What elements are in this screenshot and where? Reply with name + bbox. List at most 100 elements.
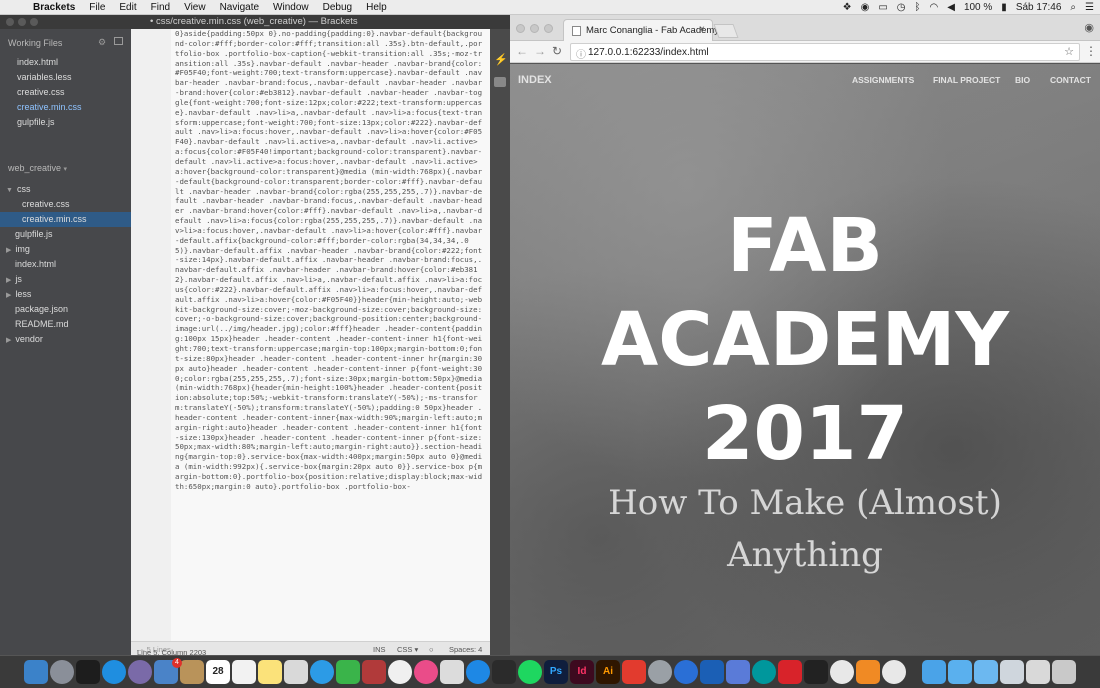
address-bar[interactable]: ⓘ 127.0.0.1:62233/index.html ☆ [570, 43, 1080, 61]
tree-folder[interactable]: ▶ js [0, 272, 131, 287]
insert-mode-toggle[interactable]: INS [373, 645, 386, 654]
folder-applications-icon[interactable] [922, 660, 946, 684]
menu-file[interactable]: File [82, 2, 112, 13]
working-file-item[interactable]: index.html [0, 55, 131, 70]
ibooks-icon[interactable] [440, 660, 464, 684]
tree-file[interactable]: README.md [0, 317, 131, 332]
tree-file[interactable]: package.json [0, 302, 131, 317]
tree-file[interactable]: index.html [0, 257, 131, 272]
minimize-window-button[interactable] [18, 18, 26, 26]
activity-monitor-icon[interactable] [492, 660, 516, 684]
stickies-icon[interactable] [258, 660, 282, 684]
minimize-window-button[interactable] [530, 24, 539, 33]
menu-window[interactable]: Window [266, 2, 316, 13]
illustrator-icon[interactable]: Ai [596, 660, 620, 684]
folder-desktop-icon[interactable] [1026, 660, 1050, 684]
airplay-icon[interactable]: ▭ [878, 2, 887, 13]
page-info-icon[interactable]: ⓘ [576, 46, 586, 61]
messages-icon[interactable] [310, 660, 334, 684]
brackets-icon[interactable] [804, 660, 828, 684]
wifi-icon[interactable]: ◠ [930, 2, 939, 13]
launchpad-icon[interactable] [50, 660, 74, 684]
tree-folder[interactable]: ▶ img [0, 242, 131, 257]
menu-edit[interactable]: Edit [112, 2, 143, 13]
code-editor[interactable]: 0}aside{padding:50px 0}.no-padding{paddi… [131, 29, 490, 655]
indent-spaces[interactable]: Spaces: 4 [449, 645, 482, 654]
word-icon[interactable] [700, 660, 724, 684]
extension-manager-icon[interactable] [494, 77, 506, 87]
close-window-button[interactable] [6, 18, 14, 26]
app-store-icon[interactable] [466, 660, 490, 684]
menu-help[interactable]: Help [359, 2, 394, 13]
folder-downloads-icon[interactable] [974, 660, 998, 684]
scanner-icon[interactable] [726, 660, 750, 684]
menu-debug[interactable]: Debug [316, 2, 359, 13]
working-file-item-active[interactable]: creative.min.css [0, 100, 131, 115]
preview-icon[interactable] [284, 660, 308, 684]
profile-icon[interactable]: ◉ [1084, 21, 1094, 34]
system-preferences-icon[interactable] [648, 660, 672, 684]
browser-tab[interactable]: Marc Conanglia - Fab Academy × [563, 19, 719, 41]
teamviewer-icon[interactable] [674, 660, 698, 684]
nav-link-assignments[interactable]: Assignments [852, 75, 914, 85]
forward-arrow-icon[interactable]: → [534, 44, 546, 58]
photos-icon[interactable] [388, 660, 412, 684]
facetime-icon[interactable] [336, 660, 360, 684]
status-icon[interactable]: ◉ [861, 2, 870, 13]
code-text[interactable]: 0}aside{padding:50px 0}.no-padding{paddi… [175, 29, 485, 492]
zoom-window-button[interactable] [30, 18, 38, 26]
nav-link-contact[interactable]: Contact [1050, 75, 1091, 85]
chrome-canary-icon[interactable] [882, 660, 906, 684]
bookmark-star-icon[interactable]: ☆ [1064, 45, 1074, 58]
close-tab-icon[interactable]: × [699, 24, 705, 35]
zoom-window-button[interactable] [544, 24, 553, 33]
contacts-icon[interactable] [180, 660, 204, 684]
battery-icon[interactable]: ▮ [1001, 2, 1007, 13]
photoshop-icon[interactable]: Ps [544, 660, 568, 684]
chrome-icon[interactable] [830, 660, 854, 684]
site-brand-link[interactable]: Index [518, 74, 552, 86]
tree-folder-css[interactable]: ▼ css [0, 182, 131, 197]
photo-booth-icon[interactable] [362, 660, 386, 684]
trash-icon[interactable] [1052, 660, 1076, 684]
menu-find[interactable]: Find [144, 2, 177, 13]
calendar-icon[interactable]: 28 [206, 660, 230, 684]
live-preview-icon[interactable]: ⚡ [494, 55, 508, 66]
url-text[interactable]: 127.0.0.1:62233/index.html [588, 47, 709, 58]
volume-icon[interactable]: ◀︎ [947, 2, 955, 13]
tree-file[interactable]: creative.css [0, 197, 131, 212]
menubar-clock[interactable]: Sáb 17:46 [1016, 2, 1062, 13]
menu-app-name[interactable]: Brackets [26, 2, 82, 13]
itunes-store-icon[interactable] [128, 660, 152, 684]
reload-icon[interactable]: ↻ [552, 44, 562, 58]
back-arrow-icon[interactable]: ← [516, 44, 528, 58]
finder-icon[interactable] [24, 660, 48, 684]
search-icon[interactable]: ⌕ [1070, 2, 1076, 13]
tree-folder[interactable]: ▶ less [0, 287, 131, 302]
bluetooth-icon[interactable]: ᛒ [915, 2, 921, 13]
new-tab-button[interactable] [713, 24, 739, 38]
itunes-icon[interactable] [414, 660, 438, 684]
folder-documents-icon[interactable] [948, 660, 972, 684]
project-dropdown[interactable]: web_creative ▾ [8, 163, 71, 173]
split-view-icon[interactable] [114, 37, 123, 45]
vlc-icon[interactable] [856, 660, 880, 684]
tree-file[interactable]: gulpfile.js [0, 227, 131, 242]
time-machine-icon[interactable]: ◷ [897, 2, 906, 13]
tree-file-selected[interactable]: creative.min.css [0, 212, 131, 227]
language-mode-dropdown[interactable]: CSS ▾ [397, 645, 418, 654]
notifications-icon[interactable]: ☰ [1085, 2, 1094, 13]
notes-icon[interactable] [232, 660, 256, 684]
folder-stack-icon[interactable] [1000, 660, 1024, 684]
tree-folder[interactable]: ▶ vendor [0, 332, 131, 347]
gear-icon[interactable]: ⚙ [98, 37, 106, 48]
mission-control-icon[interactable] [76, 660, 100, 684]
linter-status-icon[interactable]: ○ [429, 645, 434, 654]
safari-icon[interactable] [102, 660, 126, 684]
dropbox-icon[interactable]: ❖ [843, 2, 852, 13]
browser-menu-icon[interactable]: ⋮ [1085, 45, 1097, 57]
working-file-item[interactable]: variables.less [0, 70, 131, 85]
nav-link-bio[interactable]: Bio [1015, 75, 1030, 85]
working-file-item[interactable]: gulpfile.js [0, 115, 131, 130]
spotify-icon[interactable] [518, 660, 542, 684]
